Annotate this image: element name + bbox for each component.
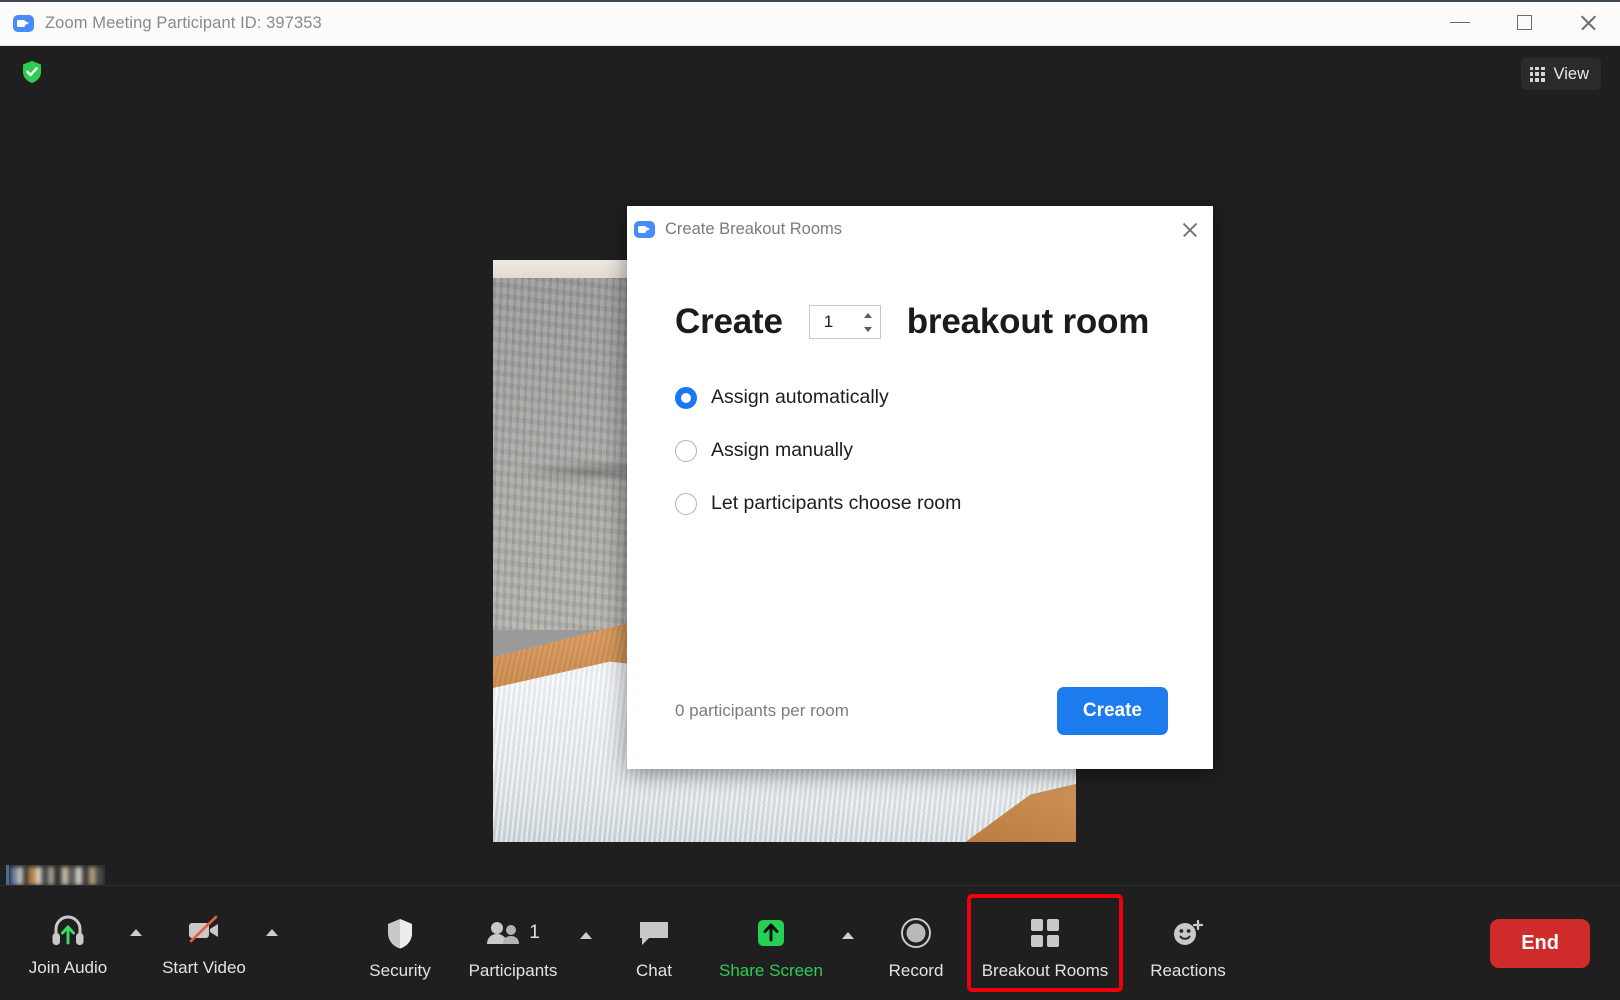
chevron-up-icon bbox=[130, 928, 142, 936]
toolbar-item-share-screen[interactable]: Share Screen bbox=[708, 903, 834, 989]
option-label: Let participants choose room bbox=[711, 492, 962, 514]
toolbar-item-security[interactable]: Security bbox=[346, 903, 454, 989]
heading-suffix: breakout room bbox=[906, 302, 1150, 341]
room-count-row: Create 1 breakout room bbox=[675, 302, 1213, 342]
view-button-label: View bbox=[1553, 64, 1589, 83]
radio-assign-manually[interactable] bbox=[675, 439, 697, 462]
window-title: Zoom Meeting Participant ID: 397353 bbox=[45, 14, 322, 32]
zoom-camera-icon bbox=[634, 220, 655, 238]
toolbar-item-chat[interactable]: Chat bbox=[600, 903, 708, 989]
share-screen-options-caret[interactable] bbox=[834, 903, 862, 989]
toolbar-center-group: Security 1 Participants Chat Share Scree… bbox=[346, 894, 1242, 992]
maximize-button[interactable] bbox=[1492, 1, 1556, 45]
zoom-meeting-window: Zoom Meeting Participant ID: 397353 View bbox=[0, 0, 1620, 1000]
toolbar-item-label: Record bbox=[888, 961, 944, 980]
view-button[interactable]: View bbox=[1520, 58, 1601, 90]
heading-prefix: Create bbox=[675, 302, 783, 341]
window-controls bbox=[1428, 1, 1620, 47]
minimize-icon bbox=[1450, 21, 1470, 24]
participants-options-caret[interactable] bbox=[572, 903, 600, 989]
toolbar-item-join-audio[interactable]: Join Audio bbox=[14, 900, 122, 986]
dialog-close-button[interactable] bbox=[1165, 206, 1213, 252]
option-label: Assign manually bbox=[711, 439, 853, 461]
record-circle-icon bbox=[900, 914, 932, 952]
toolbar-item-participants[interactable]: 1 Participants bbox=[454, 903, 572, 989]
stepper-arrows bbox=[860, 306, 880, 338]
minimize-button[interactable] bbox=[1428, 1, 1492, 45]
toolbar-item-label: Chat bbox=[636, 961, 672, 980]
option-let-participants-choose[interactable]: Let participants choose room bbox=[675, 492, 1213, 515]
zoom-camera-icon bbox=[13, 15, 34, 32]
create-breakout-rooms-dialog: Create Breakout Rooms Create 1 breakout … bbox=[627, 206, 1213, 769]
option-assign-automatically[interactable]: Assign automatically bbox=[675, 386, 1213, 409]
room-count-value[interactable]: 1 bbox=[810, 312, 860, 332]
chat-bubble-icon bbox=[638, 914, 670, 952]
shield-icon bbox=[385, 914, 415, 952]
toolbar-item-label: Breakout Rooms bbox=[981, 961, 1109, 980]
assignment-options: Assign automatically Assign manually Let… bbox=[675, 386, 1213, 515]
end-meeting-button[interactable]: End bbox=[1490, 918, 1590, 968]
close-button[interactable] bbox=[1556, 1, 1620, 45]
chevron-down-icon[interactable] bbox=[863, 326, 872, 332]
toolbar-left-group: Join Audio Start Video bbox=[0, 900, 286, 986]
headset-join-audio-icon bbox=[49, 911, 87, 949]
camera-off-icon bbox=[184, 911, 224, 949]
share-screen-arrow-icon bbox=[753, 914, 789, 952]
dialog-title: Create Breakout Rooms bbox=[665, 219, 842, 238]
start-video-options-caret[interactable] bbox=[258, 900, 286, 986]
option-assign-manually[interactable]: Assign manually bbox=[675, 439, 1213, 462]
self-name-label bbox=[6, 865, 105, 887]
radio-let-participants-choose[interactable] bbox=[675, 492, 697, 515]
toolbar-item-label: Start Video bbox=[162, 958, 246, 977]
join-audio-options-caret[interactable] bbox=[122, 900, 150, 986]
create-button[interactable]: Create bbox=[1056, 687, 1168, 735]
toolbar-item-reactions[interactable]: Reactions bbox=[1134, 903, 1242, 989]
reactions-smiley-plus-icon bbox=[1171, 914, 1205, 952]
toolbar-item-start-video[interactable]: Start Video bbox=[150, 900, 258, 986]
participants-per-room-note: 0 participants per room bbox=[675, 701, 849, 720]
toolbar-item-label: Participants bbox=[468, 961, 558, 980]
toolbar-right-group: End bbox=[1490, 918, 1620, 968]
dialog-body: Create 1 breakout room Assign automatica… bbox=[627, 252, 1213, 673]
maximize-icon bbox=[1516, 15, 1532, 30]
title-bar-left: Zoom Meeting Participant ID: 397353 bbox=[0, 14, 1428, 33]
radio-assign-automatically[interactable] bbox=[675, 386, 697, 409]
toolbar-item-label: Reactions bbox=[1150, 961, 1226, 980]
meeting-toolbar: Join Audio Start Video Security 1 Partic… bbox=[0, 885, 1620, 1000]
dialog-header: Create Breakout Rooms bbox=[627, 206, 1213, 252]
dialog-footer: 0 participants per room Create bbox=[627, 673, 1213, 769]
close-icon bbox=[1181, 221, 1198, 238]
option-label: Assign automatically bbox=[711, 386, 889, 408]
chevron-up-icon bbox=[580, 931, 592, 939]
toolbar-item-breakout-rooms[interactable]: Breakout Rooms bbox=[967, 894, 1123, 992]
encryption-shield-icon[interactable] bbox=[21, 60, 43, 84]
participants-count: 1 bbox=[529, 922, 540, 943]
grid-view-icon bbox=[1529, 66, 1545, 82]
room-count-stepper[interactable]: 1 bbox=[808, 305, 881, 339]
toolbar-item-record[interactable]: Record bbox=[862, 903, 970, 989]
people-icon: 1 bbox=[486, 914, 540, 952]
title-bar: Zoom Meeting Participant ID: 397353 bbox=[0, 0, 1620, 46]
chevron-up-icon bbox=[266, 928, 278, 936]
chevron-up-icon bbox=[842, 931, 854, 939]
toolbar-item-label: Join Audio bbox=[28, 958, 108, 977]
toolbar-item-label: Security bbox=[369, 961, 431, 980]
chevron-up-icon[interactable] bbox=[863, 312, 872, 318]
close-icon bbox=[1579, 14, 1597, 32]
breakout-rooms-grid-icon bbox=[1031, 914, 1059, 952]
toolbar-item-label: Share Screen bbox=[719, 961, 823, 980]
